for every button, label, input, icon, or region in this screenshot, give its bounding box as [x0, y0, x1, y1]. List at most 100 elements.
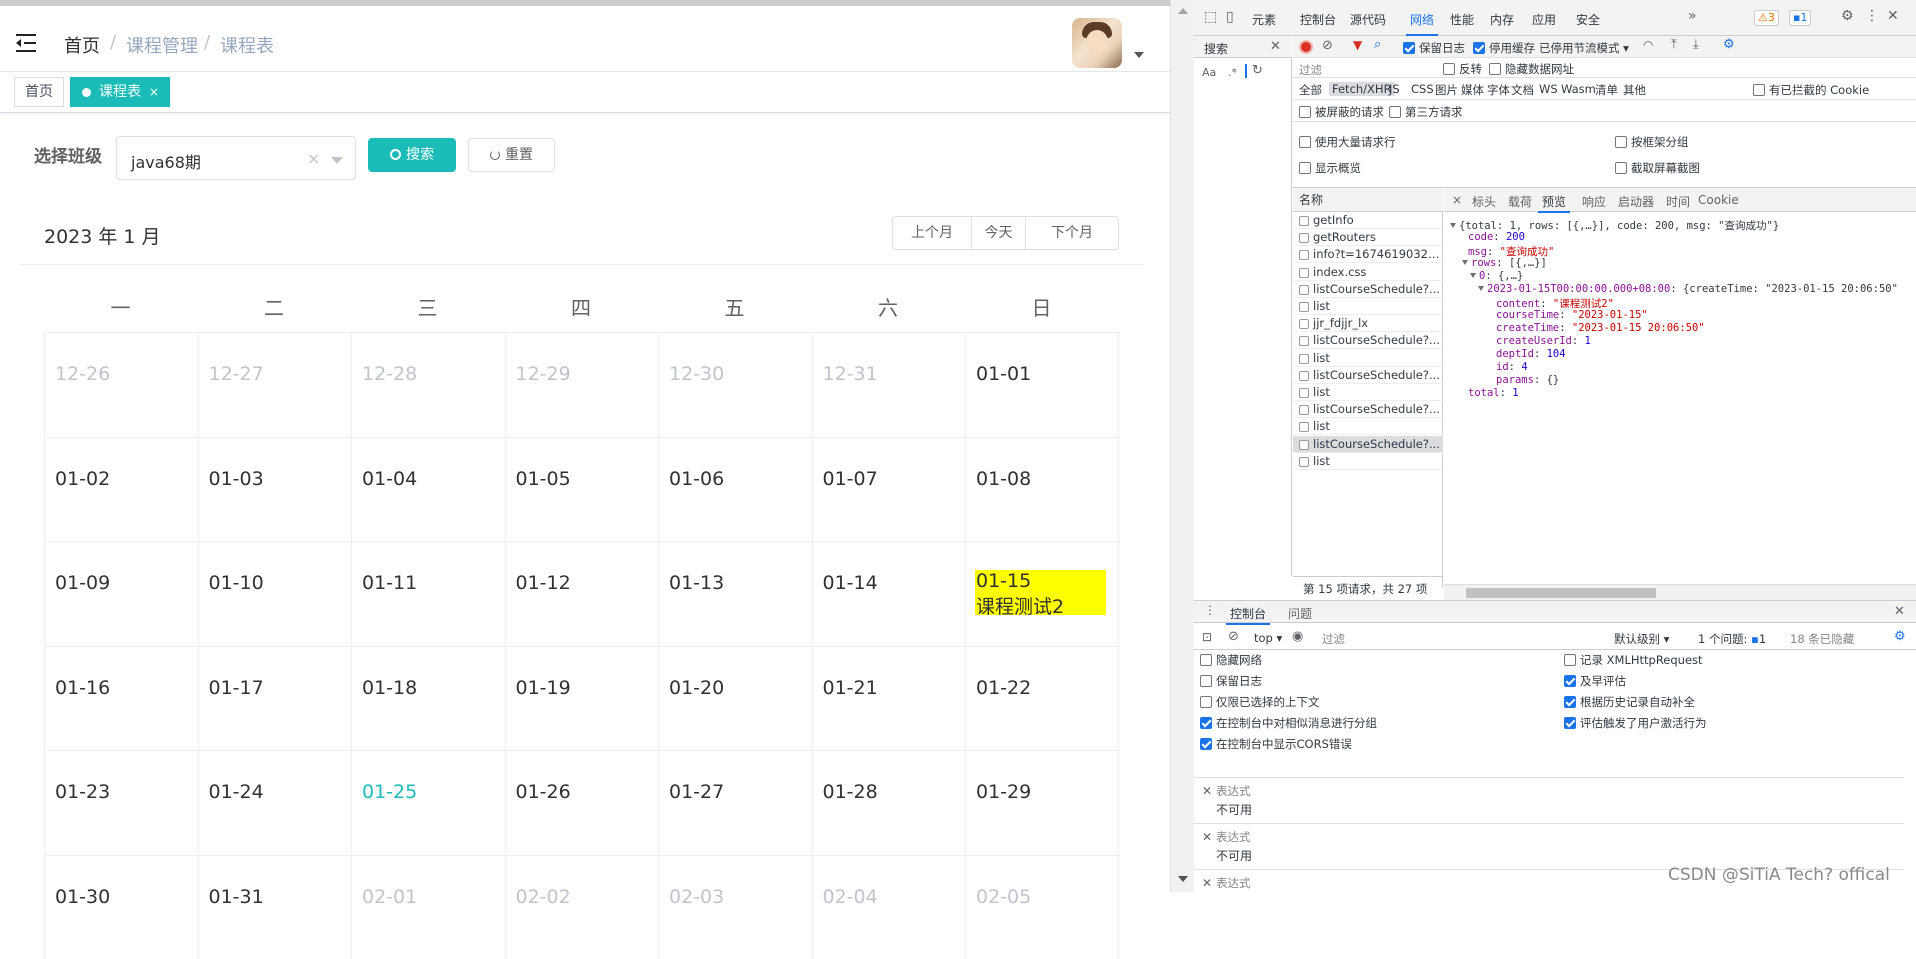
gear-icon[interactable]: ⚙ — [1894, 629, 1906, 644]
console-setting-checkbox[interactable]: 根据历史记录自动补全 — [1564, 694, 1695, 710]
detail-tab[interactable]: 标头 — [1472, 193, 1496, 210]
request-row[interactable]: getInfo — [1293, 212, 1443, 229]
request-row[interactable]: list — [1293, 453, 1443, 470]
devtools-tab[interactable]: 内存 — [1490, 11, 1514, 28]
class-select[interactable]: java68期 × — [116, 136, 356, 180]
calendar-day-cell[interactable]: 01-31 — [197, 854, 352, 959]
request-row[interactable]: listCourseSchedule?... — [1293, 401, 1443, 419]
calendar-day-cell[interactable]: 01-03 — [197, 436, 352, 541]
calendar-day-cell[interactable]: 01-22 — [965, 645, 1119, 750]
blocked-cookies-checkbox[interactable]: 有已拦截的 Cookie — [1753, 82, 1869, 98]
request-row[interactable]: list — [1293, 418, 1443, 436]
hide-data-urls-checkbox[interactable]: 隐藏数据网址 — [1489, 61, 1574, 77]
more-tabs-icon[interactable]: » — [1688, 8, 1697, 24]
calendar-day-cell[interactable]: 01-08 — [965, 436, 1119, 541]
close-icon[interactable]: ✕ — [1202, 876, 1212, 890]
calendar-day-cell[interactable]: 01-04 — [351, 436, 505, 541]
regex-toggle[interactable]: .* — [1228, 66, 1237, 79]
calendar-day-cell[interactable]: 01-19 — [504, 645, 659, 750]
close-icon[interactable]: ✕ — [1202, 784, 1212, 798]
type-filter[interactable]: Wasm — [1561, 82, 1596, 96]
calendar-day-cell[interactable]: 01-23 — [44, 750, 198, 854]
request-row[interactable]: getRouters — [1293, 229, 1443, 247]
calendar-day-cell[interactable]: 01-13 — [658, 541, 812, 645]
gear-icon[interactable]: ⚙ — [1723, 37, 1735, 52]
calendar-day-cell[interactable]: 02-02 — [504, 854, 659, 959]
device-toggle-icon[interactable]: ▯ — [1226, 9, 1234, 25]
calendar-day-cell[interactable]: 01-02 — [44, 436, 198, 541]
large-rows-checkbox[interactable]: 使用大量请求行 — [1299, 134, 1396, 150]
calendar-day-cell[interactable]: 12-29 — [504, 332, 659, 436]
tab-issues[interactable]: 问题 — [1288, 605, 1312, 622]
calendar-day-cell[interactable]: 01-16 — [44, 645, 198, 750]
calendar-day-cell[interactable]: 01-30 — [44, 854, 198, 959]
calendar-day-cell[interactable]: 12-31 — [811, 332, 966, 436]
export-icon[interactable]: ⤓ — [1693, 37, 1699, 52]
preserve-log-checkbox[interactable]: 保留日志 — [1403, 40, 1465, 56]
sidebar-toggle-icon[interactable]: ⊡ — [1202, 630, 1212, 644]
filter-icon[interactable]: ▼ — [1353, 38, 1362, 52]
json-row-0[interactable]: 0: {,…} — [1470, 270, 1523, 282]
detail-tab[interactable]: 载荷 — [1508, 193, 1532, 210]
type-filter[interactable]: JS — [1389, 82, 1400, 96]
request-row[interactable]: list — [1293, 298, 1443, 315]
context-select[interactable]: top ▾ — [1254, 631, 1282, 645]
request-row[interactable]: listCourseSchedule?... — [1293, 281, 1443, 298]
calendar-day-cell[interactable]: 02-01 — [351, 854, 505, 959]
disable-cache-checkbox[interactable]: 停用缓存 — [1473, 40, 1535, 56]
detail-tab[interactable]: 响应 — [1582, 193, 1606, 210]
console-setting-checkbox[interactable]: 及早评估 — [1564, 673, 1626, 689]
devtools-tab[interactable]: 安全 — [1576, 11, 1600, 28]
calendar-day-cell[interactable]: 01-05 — [504, 436, 659, 541]
clear-icon[interactable]: × — [307, 149, 320, 168]
hamburger-menu-icon[interactable] — [16, 34, 36, 52]
devtools-tab[interactable]: 控制台 — [1300, 11, 1336, 28]
json-row-date[interactable]: 2023-01-15T00:00:00.000+08:00: {createTi… — [1478, 283, 1898, 295]
eye-icon[interactable]: ◉ — [1292, 629, 1303, 644]
request-row[interactable]: list — [1293, 350, 1443, 367]
messages-badge[interactable]: ▪1 — [1789, 10, 1812, 26]
close-icon[interactable]: ✕ — [1894, 604, 1905, 619]
breadcrumb-course-management[interactable]: 课程管理 — [126, 32, 198, 58]
calendar-day-cell[interactable]: 01-10 — [197, 541, 352, 645]
calendar-day-cell[interactable]: 02-04 — [811, 854, 966, 959]
calendar-day-cell[interactable]: 01-27 — [658, 750, 812, 854]
warnings-badge[interactable]: ⚠3 — [1754, 10, 1779, 26]
console-setting-checkbox[interactable]: 保留日志 — [1200, 673, 1262, 689]
calendar-day-cell[interactable]: 01-24 — [197, 750, 352, 854]
kebab-menu-icon[interactable]: ⋮ — [1865, 8, 1879, 24]
request-row[interactable]: listCourseSchedule?... — [1293, 367, 1443, 384]
detail-tab[interactable]: 启动器 — [1618, 193, 1654, 210]
close-icon[interactable]: ✕ — [1270, 39, 1281, 54]
devtools-tab[interactable]: 元素 — [1252, 11, 1276, 28]
calendar-day-cell[interactable]: 01-07 — [811, 436, 966, 541]
close-icon[interactable]: × — [149, 85, 159, 99]
devtools-tab[interactable]: 源代码 — [1350, 11, 1386, 28]
request-row[interactable]: jjr_fdjjr_lx — [1293, 315, 1443, 333]
console-setting-checkbox[interactable]: 记录 XMLHttpRequest — [1564, 652, 1703, 668]
request-row[interactable]: listCourseSchedule?... — [1293, 332, 1443, 350]
calendar-day-cell[interactable]: 01-28 — [811, 750, 966, 854]
close-icon[interactable]: × — [1452, 193, 1462, 207]
tag-course-schedule[interactable]: 课程表 × — [70, 77, 171, 107]
wifi-icon[interactable]: ◠ — [1643, 38, 1653, 52]
calendar-day-cell[interactable]: 01-06 — [658, 436, 812, 541]
calendar-day-cell[interactable]: 12-28 — [351, 332, 505, 436]
calendar-day-cell[interactable]: 01-26 — [504, 750, 659, 854]
request-row[interactable]: list — [1293, 384, 1443, 401]
detail-tab[interactable]: 时间 — [1666, 193, 1690, 210]
page-scrollbar[interactable] — [1170, 0, 1194, 892]
calendar-day-cell[interactable]: 01-09 — [44, 541, 198, 645]
close-icon[interactable]: ✕ — [1887, 8, 1899, 24]
calendar-day-cell[interactable]: 12-27 — [197, 332, 352, 436]
clear-icon[interactable]: ⊘ — [1322, 38, 1333, 53]
calendar-day-cell[interactable]: 01-25 — [351, 750, 505, 854]
search-icon[interactable]: ⌕ — [1374, 37, 1381, 52]
calendar-day-cell[interactable]: 02-05 — [965, 854, 1119, 959]
console-filter-input[interactable]: 过滤 — [1322, 631, 1345, 647]
caret-down-icon[interactable] — [1134, 52, 1144, 58]
console-setting-checkbox[interactable]: 仅限已选择的上下文 — [1200, 694, 1320, 710]
devtools-tab[interactable]: 性能 — [1450, 11, 1474, 28]
record-icon[interactable] — [1299, 40, 1313, 54]
reset-button[interactable]: 重置 — [468, 138, 555, 172]
